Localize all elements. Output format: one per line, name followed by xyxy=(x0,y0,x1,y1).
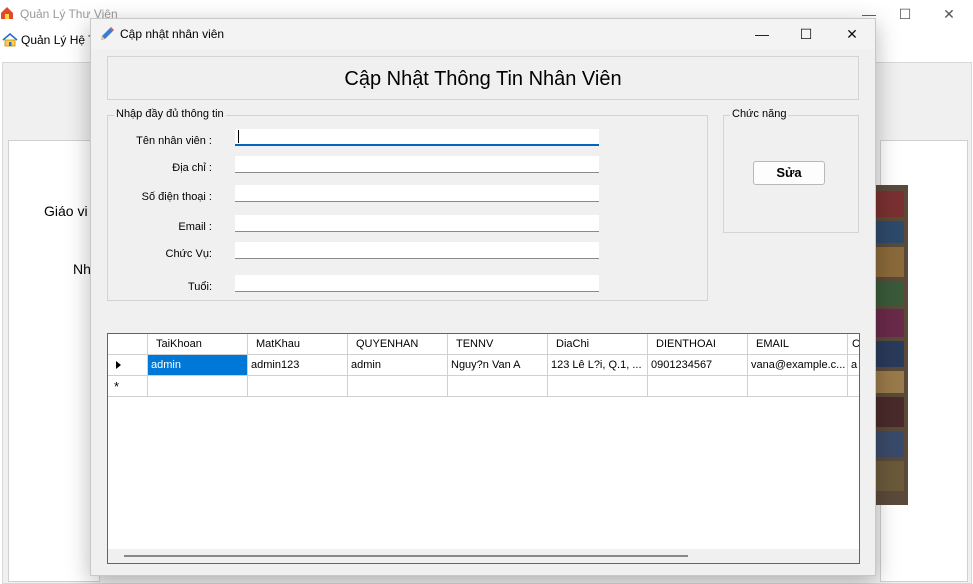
new-cell[interactable] xyxy=(648,376,748,397)
new-cell[interactable] xyxy=(848,376,859,397)
pencil-icon xyxy=(101,27,114,40)
parent-label-staff: Nh xyxy=(73,261,91,277)
grid-corner-header[interactable] xyxy=(108,334,148,355)
employee-datagrid: TaiKhoan MatKhau QUYENHAN TENNV DiaChi D… xyxy=(107,333,860,564)
phone-input[interactable] xyxy=(235,185,599,202)
dialog-close-button[interactable]: ✕ xyxy=(829,21,875,47)
address-input[interactable] xyxy=(235,156,599,173)
column-header-quyenhan[interactable]: QUYENHAN xyxy=(348,334,448,355)
cell-quyenhan[interactable]: admin xyxy=(348,355,448,376)
column-header-extra[interactable]: C xyxy=(848,334,859,355)
email-input[interactable] xyxy=(235,215,599,232)
parent-label-teacher: Giáo vi xyxy=(44,203,88,219)
function-group-title: Chức năng xyxy=(730,108,789,120)
grid-header-row: TaiKhoan MatKhau QUYENHAN TENNV DiaChi D… xyxy=(108,334,859,355)
bookshelf-image xyxy=(872,185,908,505)
page-title: Cập Nhật Thông Tin Nhân Viên xyxy=(344,68,622,90)
position-input[interactable] xyxy=(235,242,599,259)
info-group-title: Nhập đầy đủ thông tin xyxy=(114,108,226,120)
scrollbar-thumb[interactable] xyxy=(124,555,688,557)
column-header-diachi[interactable]: DiaChi xyxy=(548,334,648,355)
age-label: Tuổi: xyxy=(187,281,212,293)
parent-close-button[interactable]: ✕ xyxy=(934,4,964,24)
new-cell[interactable] xyxy=(248,376,348,397)
cell-taikhoan[interactable]: admin xyxy=(148,355,248,376)
new-cell[interactable] xyxy=(148,376,248,397)
cell-diachi[interactable]: 123 Lê L?i, Q.1, ... xyxy=(548,355,648,376)
table-row[interactable]: admin admin123 admin Nguy?n Van A 123 Lê… xyxy=(108,355,859,376)
update-employee-dialog: Cập nhật nhân viên — ☐ ✕ Cập Nhật Thông … xyxy=(90,18,876,576)
dialog-minimize-button[interactable]: — xyxy=(739,21,785,47)
horizontal-scrollbar[interactable] xyxy=(108,549,859,563)
new-cell[interactable] xyxy=(348,376,448,397)
new-row-header[interactable]: * xyxy=(108,376,148,397)
new-row[interactable]: * xyxy=(108,376,859,397)
column-header-dienthoai[interactable]: DIENTHOAI xyxy=(648,334,748,355)
dialog-title: Cập nhật nhân viên xyxy=(120,27,225,41)
position-label: Chức Vụ: xyxy=(165,248,213,260)
cell-email[interactable]: vana@example.c... xyxy=(748,355,848,376)
column-header-tennv[interactable]: TENNV xyxy=(448,334,548,355)
dialog-maximize-button[interactable]: ☐ xyxy=(783,21,829,47)
address-label: Địa chỉ : xyxy=(172,162,212,174)
cell-matkhau[interactable]: admin123 xyxy=(248,355,348,376)
library-app-icon xyxy=(1,7,13,19)
row-header[interactable] xyxy=(108,355,148,376)
new-cell[interactable] xyxy=(748,376,848,397)
edit-button[interactable]: Sửa xyxy=(753,161,825,185)
text-caret xyxy=(238,130,239,143)
new-row-asterisk-icon: * xyxy=(114,379,120,394)
new-cell[interactable] xyxy=(548,376,648,397)
email-label: Email : xyxy=(178,221,212,233)
age-input[interactable] xyxy=(235,275,599,292)
cell-extra[interactable]: a xyxy=(848,355,859,376)
current-row-arrow-icon xyxy=(116,361,121,369)
column-header-email[interactable]: EMAIL xyxy=(748,334,848,355)
new-cell[interactable] xyxy=(448,376,548,397)
header-panel: Cập Nhật Thông Tin Nhân Viên xyxy=(107,56,859,100)
parent-maximize-button[interactable]: ☐ xyxy=(890,4,920,24)
column-header-taikhoan[interactable]: TaiKhoan xyxy=(148,334,248,355)
cell-dienthoai[interactable]: 0901234567 xyxy=(648,355,748,376)
phone-label: Số điện thoại : xyxy=(141,191,212,203)
dialog-titlebar: Cập nhật nhân viên — ☐ ✕ xyxy=(91,19,875,49)
employee-name-label: Tên nhân viên : xyxy=(136,135,212,147)
cell-tennv[interactable]: Nguy?n Van A xyxy=(448,355,548,376)
home-icon xyxy=(2,33,18,47)
employee-name-input[interactable] xyxy=(235,129,599,146)
column-header-matkhau[interactable]: MatKhau xyxy=(248,334,348,355)
menu-system-management[interactable]: Quản Lý Hệ T xyxy=(2,33,95,47)
menu-system-management-label: Quản Lý Hệ T xyxy=(21,33,96,47)
